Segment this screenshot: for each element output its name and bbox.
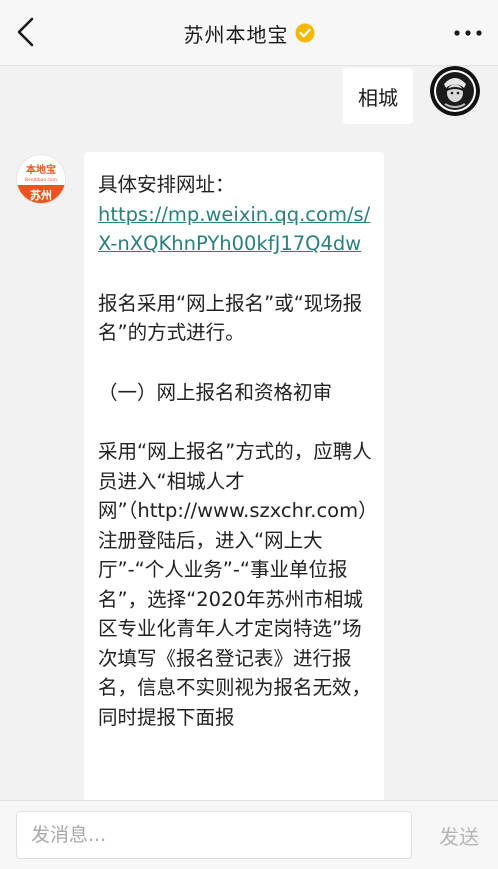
top-nav-bar: 苏州本地宝 — [0, 0, 498, 66]
page-title: 苏州本地宝 — [183, 22, 289, 47]
message-input-bar: 发送 — [0, 800, 498, 869]
more-button[interactable] — [450, 20, 486, 46]
bendibao-logo-icon: 本地宝 Bendibao.com 苏州 — [16, 154, 66, 204]
user-avatar[interactable] — [430, 66, 480, 116]
back-button[interactable] — [10, 12, 46, 52]
avatar-logo-sub: Bendibao.com — [25, 177, 57, 183]
message-input[interactable] — [16, 811, 412, 859]
bendibao-avatar[interactable]: 本地宝 Bendibao.com 苏州 — [16, 154, 66, 204]
verified-badge-icon — [295, 23, 314, 43]
header-title-group: 苏州本地宝 — [0, 0, 498, 66]
chevron-left-icon — [17, 17, 34, 47]
message-paragraph: 具体安排网址： — [98, 173, 235, 196]
send-button[interactable]: 发送 — [430, 811, 488, 859]
message-paragraph: （一）网上报名和资格初审 — [98, 380, 333, 404]
message-paragraph: 采用“网上报名”方式的，应聘人员进入“相城人才网”（http://www.szx… — [98, 440, 372, 729]
user-avatar-icon — [430, 66, 480, 116]
more-dots-icon — [454, 30, 482, 36]
outgoing-message-text: 相城 — [358, 85, 398, 110]
message-paragraph: 报名采用“网上报名”或“现场报名”的方式进行。 — [98, 291, 363, 345]
avatar-logo-text: 本地宝 — [26, 163, 56, 176]
chat-screen: 苏州本地宝 相城 本地宝 Bendibao.com 苏州 具体安排网址： htt… — [0, 0, 498, 869]
incoming-message-bubble: 具体安排网址： https://mp.weixin.qq.com/s/X-nXQ… — [84, 152, 384, 869]
avatar-city-text: 苏州 — [30, 188, 52, 202]
outgoing-message-bubble: 相城 — [343, 68, 413, 124]
schedule-link[interactable]: https://mp.weixin.qq.com/s/X-nXQKhnPYh00… — [98, 203, 370, 256]
